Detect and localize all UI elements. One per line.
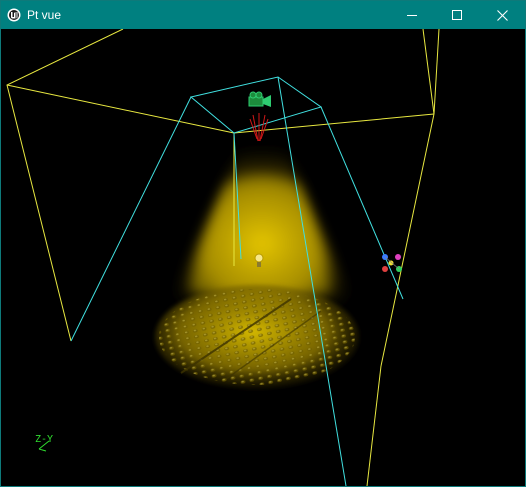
title-bar[interactable]: Pt vue [1, 1, 525, 29]
close-icon [497, 9, 508, 21]
unreal-engine-icon[interactable] [7, 8, 21, 22]
spotlight-cone [173, 146, 351, 309]
lit-floor [155, 285, 359, 389]
maximize-icon [452, 9, 462, 20]
colored-dots-gizmo-icon[interactable] [382, 254, 402, 272]
minimize-button[interactable] [390, 1, 435, 29]
pt-vue-window: Pt vue Z-Y [0, 0, 526, 487]
window-controls [390, 1, 525, 29]
maximize-button[interactable] [435, 1, 480, 29]
axis-label: Z-Y [35, 434, 54, 445]
window-title: Pt vue [27, 8, 62, 22]
scene-canvas[interactable] [1, 29, 525, 486]
3d-viewport[interactable]: Z-Y [1, 29, 525, 486]
minimize-icon [407, 14, 417, 16]
spotlight-icon[interactable] [249, 113, 269, 142]
camera-icon[interactable] [248, 91, 271, 107]
close-button[interactable] [480, 1, 525, 29]
